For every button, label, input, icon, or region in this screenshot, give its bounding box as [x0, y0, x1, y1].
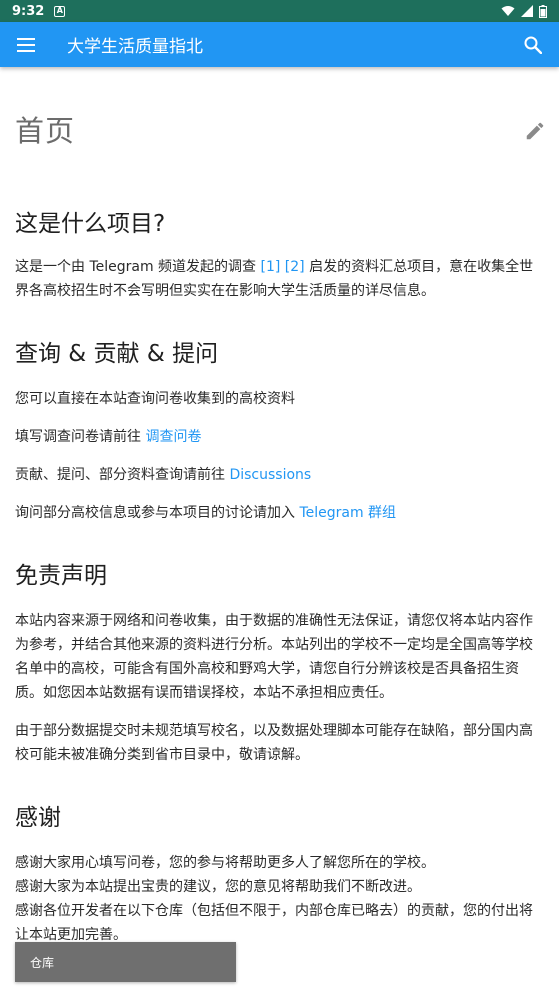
survey-link[interactable]: 调查问卷	[145, 429, 201, 445]
query-line: 您可以直接在本站查询问卷收集到的高校资料	[15, 391, 295, 407]
search-button[interactable]	[507, 22, 559, 67]
thanks-line-3: 感谢各位开发者在以下仓库（包括但不限于，内部仓库已略去）的贡献，您的付出将让本站…	[15, 903, 533, 943]
main-content: 首页 这是什么项目? 这是一个由 Telegram 频道发起的调查 [1] [2…	[15, 67, 544, 947]
telegram-group-link[interactable]: Telegram 群组	[299, 505, 396, 521]
battery-icon	[539, 4, 547, 18]
section-about: 这是什么项目? 这是一个由 Telegram 频道发起的调查 [1] [2] 启…	[15, 209, 544, 303]
reference-link-1[interactable]: [1]	[261, 259, 281, 275]
app-title: 大学生活质量指北	[67, 37, 203, 57]
survey-line: 填写调查问卷请前往 调查问卷	[15, 429, 202, 445]
section-heading: 这是什么项目?	[15, 211, 166, 237]
reference-link-2[interactable]: [2]	[285, 259, 305, 275]
search-icon	[524, 36, 542, 54]
section-heading: 免责声明	[15, 563, 107, 589]
thanks-line-1: 感谢大家用心填写问卷，您的参与将帮助更多人了解您所在的学校。	[15, 855, 435, 871]
telegram-line: 询问部分高校信息或参与本项目的讨论请加入 Telegram 群组	[15, 505, 397, 521]
wifi-icon	[501, 6, 515, 16]
hamburger-menu-icon	[17, 37, 35, 52]
thanks-line-2: 感谢大家为本站提出宝贵的建议，您的意见将帮助我们不断改进。	[15, 879, 421, 895]
status-bar: 9:32 A	[0, 0, 559, 22]
about-paragraph: 这是一个由 Telegram 频道发起的调查 [1] [2] 启发的资料汇总项目…	[15, 259, 534, 299]
pencil-edit-icon[interactable]	[524, 120, 546, 142]
status-time: 9:32	[12, 3, 45, 19]
section-disclaimer: 免责声明 本站内容来源于网络和问卷收集，由于数据的准确性无法保证，请您仅将本站内…	[15, 561, 544, 767]
section-heading: 查询 & 贡献 & 提问	[15, 341, 219, 367]
repository-button[interactable]: 仓库	[15, 942, 236, 982]
disclaimer-paragraph-2: 由于部分数据提交时未规范填写校名，以及数据处理脚本可能存在缺陷，部分国内高校可能…	[15, 723, 533, 763]
page-title: 首页	[15, 114, 76, 148]
notification-icon: A	[54, 5, 66, 17]
menu-button[interactable]	[0, 22, 52, 67]
section-heading: 感谢	[15, 805, 61, 831]
discussions-line: 贡献、提问、部分资料查询请前往 Discussions	[15, 467, 312, 483]
cell-signal-icon	[521, 5, 533, 17]
page-header: 首页	[15, 111, 544, 151]
section-query-contribute: 查询 & 贡献 & 提问 您可以直接在本站查询问卷收集到的高校资料 填写调查问卷…	[15, 339, 544, 525]
app-bar: 大学生活质量指北	[0, 22, 559, 67]
discussions-link[interactable]: Discussions	[229, 467, 311, 483]
disclaimer-paragraph-1: 本站内容来源于网络和问卷收集，由于数据的准确性无法保证，请您仅将本站内容作为参考…	[15, 613, 533, 701]
section-thanks: 感谢 感谢大家用心填写问卷，您的参与将帮助更多人了解您所在的学校。 感谢大家为本…	[15, 803, 544, 947]
